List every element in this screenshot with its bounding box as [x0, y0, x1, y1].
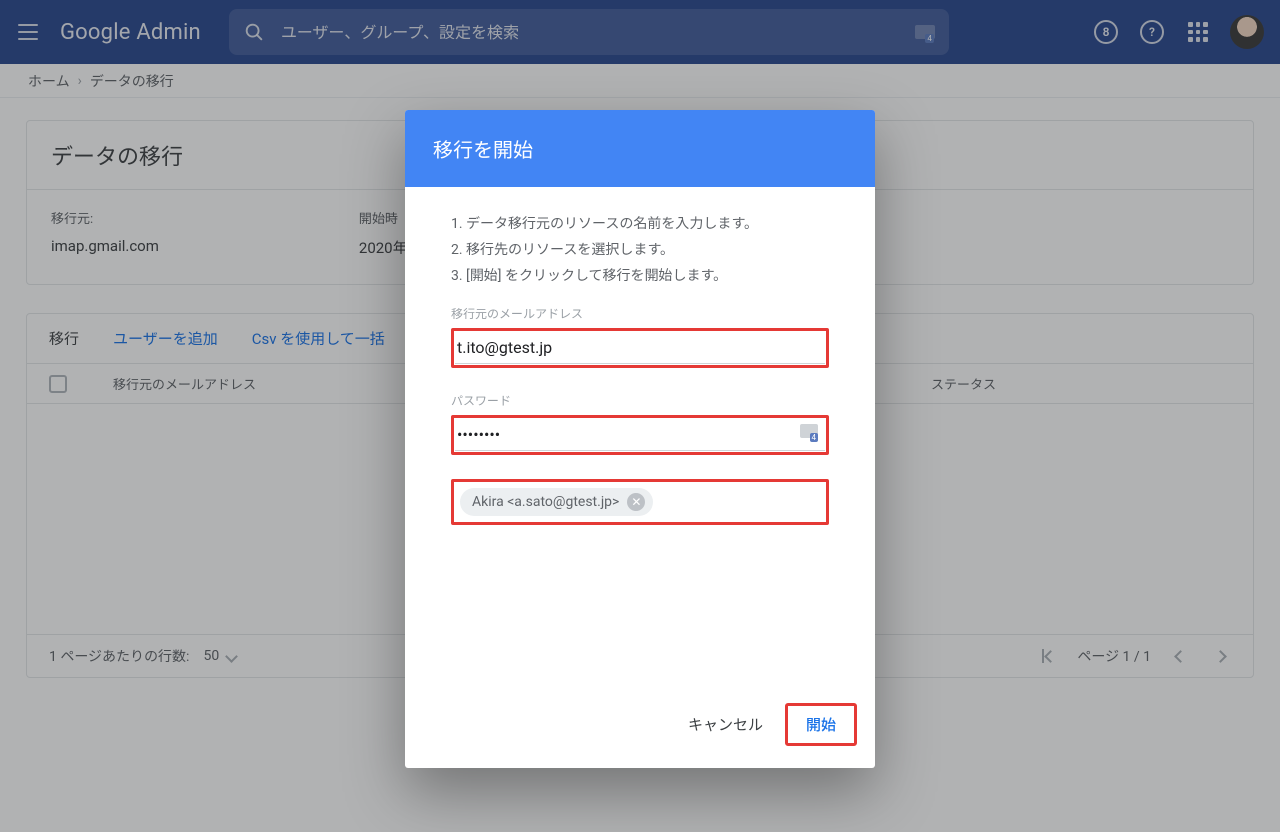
instruction-step: データ移行元のリソースの名前を入力します。 — [451, 213, 829, 233]
start-migration-dialog: 移行を開始 データ移行元のリソースの名前を入力します。 移行先のリソースを選択し… — [405, 110, 875, 768]
recipient-chip: Akira <a.sato@gtest.jp> ✕ — [460, 488, 653, 516]
source-email-input[interactable] — [455, 332, 825, 364]
source-email-field-group: 移行元のメールアドレス — [451, 305, 829, 368]
chip-label: Akira <a.sato@gtest.jp> — [472, 494, 619, 510]
ime-keyboard-icon[interactable] — [800, 424, 818, 438]
instruction-step: 移行先のリソースを選択します。 — [451, 239, 829, 259]
instruction-step: [開始] をクリックして移行を開始します。 — [451, 265, 829, 285]
cancel-button[interactable]: キャンセル — [674, 706, 777, 743]
password-label: パスワード — [451, 392, 829, 409]
start-button[interactable]: 開始 — [788, 706, 854, 743]
dialog-actions: キャンセル 開始 — [405, 689, 875, 768]
password-input[interactable] — [455, 419, 825, 451]
chip-remove-icon[interactable]: ✕ — [627, 493, 645, 511]
password-field-group: パスワード — [451, 392, 829, 455]
source-email-label: 移行元のメールアドレス — [451, 305, 829, 322]
instruction-list: データ移行元のリソースの名前を入力します。 移行先のリソースを選択します。 [開… — [451, 213, 829, 285]
recipient-field-group: Akira <a.sato@gtest.jp> ✕ — [451, 479, 829, 525]
recipient-input[interactable]: Akira <a.sato@gtest.jp> ✕ — [451, 479, 829, 525]
dialog-title: 移行を開始 — [405, 110, 875, 187]
